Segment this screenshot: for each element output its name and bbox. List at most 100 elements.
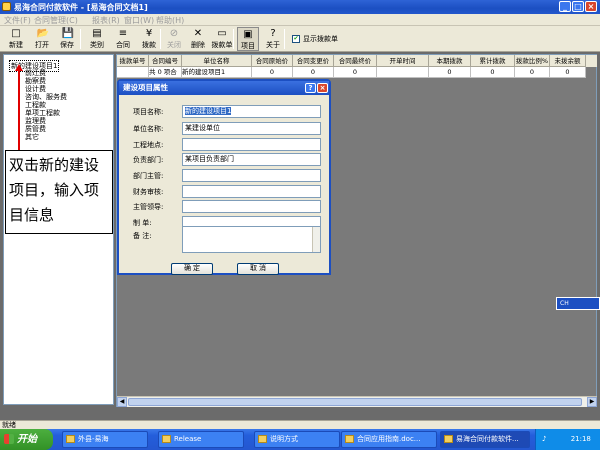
open-button[interactable]: 📂 打开 bbox=[31, 27, 53, 51]
payment-slip-button[interactable]: ▭ 拨款单 bbox=[211, 27, 233, 51]
taskbar-item[interactable]: 说明方式 bbox=[254, 431, 340, 448]
scroll-right-icon[interactable]: ▶ bbox=[587, 397, 597, 407]
menu-file[interactable]: 文件(F) bbox=[4, 15, 31, 26]
folder-icon bbox=[345, 435, 354, 443]
grid-cell[interactable]: 0 bbox=[515, 67, 550, 78]
field-label: 部门主管: bbox=[133, 172, 164, 180]
grid-column-header[interactable]: 累计拨款 bbox=[471, 55, 515, 67]
menu-window[interactable]: 窗口(W) bbox=[124, 15, 154, 26]
close-doc-button[interactable]: ⊘ 关闭 bbox=[163, 27, 185, 51]
menu-report[interactable]: 报表(R) bbox=[92, 15, 120, 26]
grid-cell[interactable]: 共 0 项合 bbox=[149, 67, 182, 78]
grid-column-header[interactable]: 拨款单号 bbox=[117, 55, 149, 67]
category-button[interactable]: ▤ 类别 bbox=[86, 27, 108, 51]
taskbar-item-label: 合同应用指南.doc... bbox=[357, 435, 421, 443]
field-label: 主管领导: bbox=[133, 203, 164, 211]
taskbar-item-label: 易海合同付款软件... bbox=[456, 435, 519, 443]
scroll-left-icon[interactable]: ◀ bbox=[117, 397, 127, 407]
taskbar-item[interactable]: Release bbox=[158, 431, 244, 448]
memo-label: 备 注: bbox=[133, 232, 152, 240]
close-window-button[interactable]: × bbox=[585, 1, 597, 12]
speaker-icon[interactable]: ♪ bbox=[542, 435, 546, 443]
menu-help[interactable]: 帮助(H) bbox=[156, 15, 184, 26]
grid-cell[interactable]: 新的建设项目1 bbox=[182, 67, 252, 78]
grid-column-header[interactable]: 合同最终价 bbox=[334, 55, 377, 67]
grid-cell[interactable]: 0 bbox=[293, 67, 334, 78]
grid-column-header[interactable]: 合同原始价 bbox=[252, 55, 293, 67]
grid-cell[interactable]: 0 bbox=[550, 67, 586, 78]
finance-review-field[interactable] bbox=[182, 185, 321, 198]
taskbar-item-label: 外县-易海 bbox=[78, 435, 109, 443]
grid-cell[interactable]: 0 bbox=[334, 67, 377, 78]
grid-column-header[interactable]: 合同变更价 bbox=[293, 55, 334, 67]
toolbar-button-label: 拨款 bbox=[142, 41, 156, 49]
field-label: 负责部门: bbox=[133, 156, 164, 164]
menu-bar: 文件(F) 合同管理(C) 报表(R) 窗口(W) 帮助(H) bbox=[0, 14, 600, 26]
toolbar: □ 新建 📂 打开 💾 保存 ▤ 类别 ≡ 合同 ¥ 拨款 ⊘ 关闭 ✕ 删除 ▭ 拨款单 ▣ 项目? 关于 ✔ 显示拨款单 bbox=[0, 26, 600, 52]
memo-textarea[interactable] bbox=[182, 226, 321, 253]
save-button[interactable]: 💾 保存 bbox=[56, 27, 78, 51]
delete-button[interactable]: ✕ 删除 bbox=[187, 27, 209, 51]
language-indicator[interactable]: CH bbox=[557, 300, 569, 307]
minimize-button[interactable]: _ bbox=[559, 1, 571, 12]
ok-button[interactable]: 确 定 bbox=[171, 263, 213, 275]
grid-cell[interactable]: 0 bbox=[252, 67, 293, 78]
toolbar-separator bbox=[80, 29, 81, 49]
toolbar-button-label: 关于 bbox=[266, 41, 280, 49]
folder-icon bbox=[258, 435, 267, 443]
payment-button[interactable]: ¥ 拨款 bbox=[138, 27, 160, 51]
dialog-help-button[interactable]: ? bbox=[305, 83, 316, 93]
leader-field[interactable] bbox=[182, 200, 321, 213]
field-label: 财务审核: bbox=[133, 188, 164, 196]
taskbar-item[interactable]: 外县-易海 bbox=[62, 431, 148, 448]
show-payment-slip-checkbox[interactable]: ✔ 显示拨款单 bbox=[292, 34, 338, 44]
site-field[interactable] bbox=[182, 138, 321, 151]
grid-column-header[interactable]: 单位名称 bbox=[182, 55, 252, 67]
unit-name-field[interactable]: 某建设单位 bbox=[182, 122, 321, 135]
department-field[interactable]: 某项目负责部门 bbox=[182, 153, 321, 166]
toolbar-button-label: 类别 bbox=[90, 41, 104, 49]
maximize-button[interactable]: □ bbox=[572, 1, 584, 12]
dialog-title-bar: 建设项目属性 ? × bbox=[119, 81, 329, 95]
checkbox-box[interactable]: ✔ bbox=[292, 35, 300, 43]
new-button[interactable]: □ 新建 bbox=[5, 27, 27, 51]
tree-item[interactable]: 其它 bbox=[25, 132, 39, 142]
toolbar-button-label: 打开 bbox=[35, 41, 49, 49]
toolbar-button-label: 保存 bbox=[60, 41, 74, 49]
start-label: 开始 bbox=[17, 434, 37, 445]
menu-contract[interactable]: 合同管理(C) bbox=[34, 15, 78, 26]
grid-cell[interactable] bbox=[117, 67, 149, 78]
taskbar-item-label: Release bbox=[174, 435, 202, 443]
taskbar-item[interactable]: 合同应用指南.doc... bbox=[341, 431, 437, 448]
grid-column-header[interactable]: 拨款比例% bbox=[515, 55, 550, 67]
language-bar[interactable]: CH bbox=[556, 297, 600, 310]
grid-column-header[interactable]: 合同编号 bbox=[149, 55, 182, 67]
cancel-button[interactable]: 取 消 bbox=[237, 263, 279, 275]
taskbar-item[interactable]: 易海合同付款软件... bbox=[440, 431, 530, 448]
close-doc-icon: ⊘ bbox=[169, 28, 179, 39]
grid-column-header[interactable]: 本期拨款 bbox=[429, 55, 471, 67]
grid-cell[interactable] bbox=[377, 67, 429, 78]
status-text: 就绪 bbox=[2, 421, 16, 429]
horizontal-scrollbar[interactable]: ◀ ▶ bbox=[117, 396, 597, 407]
dept-head-field[interactable] bbox=[182, 169, 321, 182]
memo-scrollbar[interactable] bbox=[312, 227, 320, 252]
start-button[interactable]: 开始 bbox=[0, 429, 53, 450]
grid-cell[interactable]: 0 bbox=[429, 67, 471, 78]
about-button[interactable]: ? 关于 bbox=[262, 27, 284, 51]
scroll-thumb[interactable] bbox=[128, 398, 582, 406]
grid-cell[interactable]: 0 bbox=[471, 67, 515, 78]
toolbar-button-label: 新建 bbox=[9, 41, 23, 49]
project-button[interactable]: ▣ 项目 bbox=[237, 27, 259, 51]
toolbar-separator bbox=[160, 29, 161, 49]
grid-column-header[interactable]: 开单时间 bbox=[377, 55, 429, 67]
grid-column-header[interactable]: 未拨余额 bbox=[550, 55, 586, 67]
dialog-close-button[interactable]: × bbox=[317, 83, 328, 93]
toolbar-separator bbox=[233, 29, 234, 49]
dialog-title: 建设项目属性 bbox=[123, 83, 168, 92]
category-icon: ▤ bbox=[92, 28, 102, 39]
field-label: 单位名称: bbox=[133, 125, 164, 133]
project-name-field[interactable]: 新的建设项目1 bbox=[182, 105, 321, 118]
contract-button[interactable]: ≡ 合同 bbox=[112, 27, 134, 51]
title-bar: 易海合同付款软件 - [易海合同文档1] _ □ × bbox=[0, 0, 600, 14]
